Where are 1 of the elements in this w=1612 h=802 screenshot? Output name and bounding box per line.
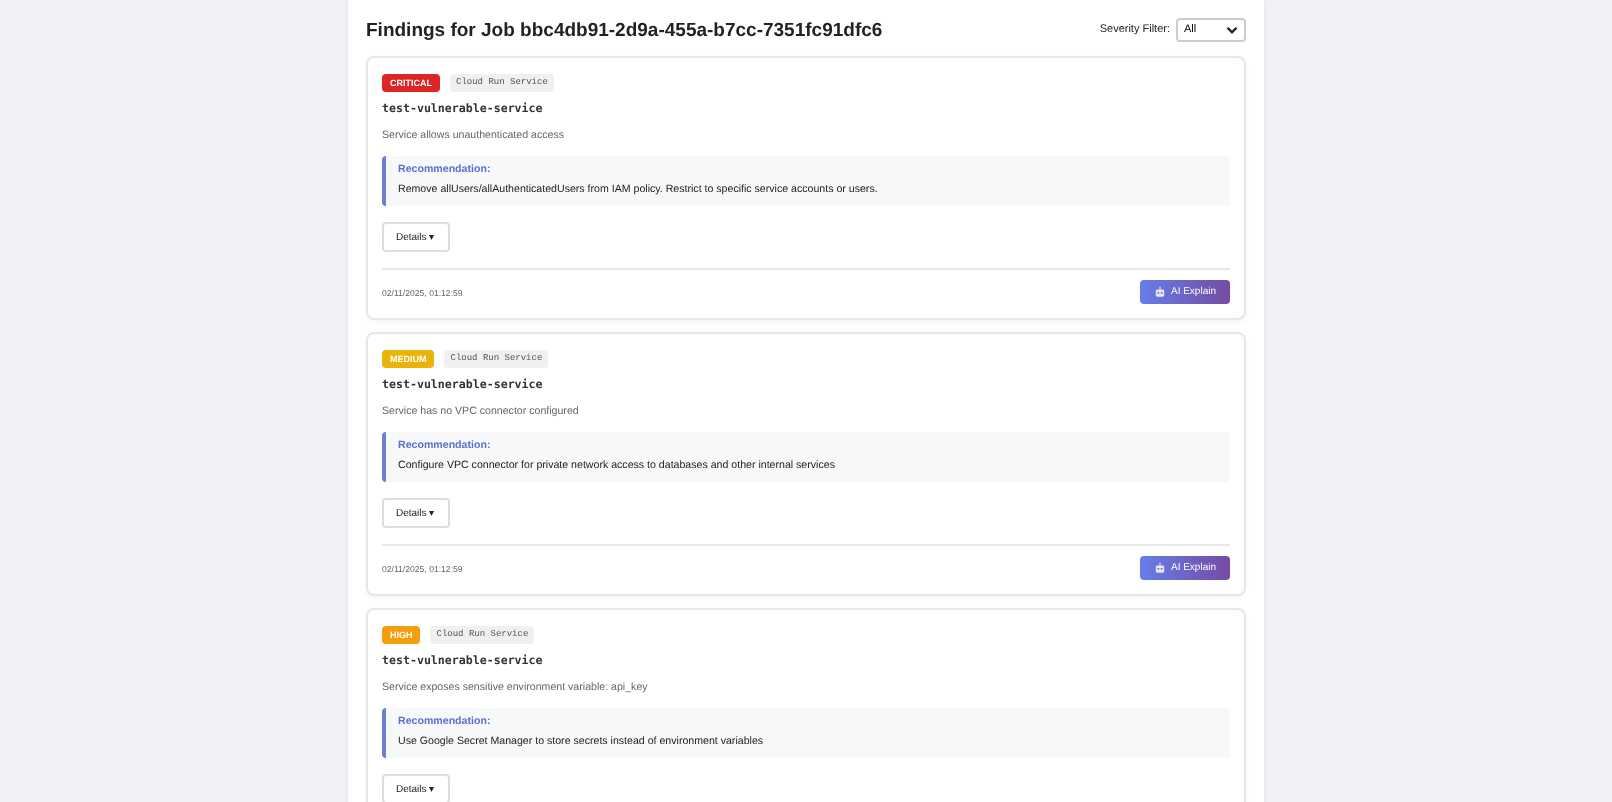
page-title: Findings for Job bbc4db91-2d9a-455a-b7cc-7351fc91dfc6 — [366, 19, 883, 41]
